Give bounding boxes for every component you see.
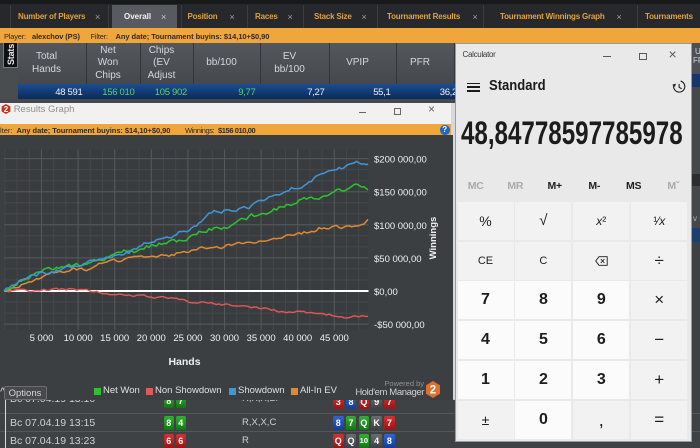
svg-text:25 000: 25 000 [173, 333, 202, 344]
svg-text:15 000: 15 000 [100, 333, 129, 344]
svg-text:2: 2 [429, 385, 435, 397]
svg-text:20 000: 20 000 [137, 333, 166, 344]
svg-text:2: 2 [3, 104, 8, 113]
svg-text:$200 000,00: $200 000,00 [374, 155, 427, 166]
svg-text:10 000: 10 000 [64, 333, 93, 344]
svg-text:40 000: 40 000 [283, 333, 312, 344]
svg-text:$0,00: $0,00 [374, 287, 398, 298]
svg-text:30 000: 30 000 [210, 333, 239, 344]
svg-text:45 000: 45 000 [320, 333, 349, 344]
svg-text:$100 000,00: $100 000,00 [374, 221, 427, 232]
svg-text:-$50 000,00: -$50 000,00 [374, 320, 425, 331]
svg-text:$50 000,00: $50 000,00 [374, 254, 422, 265]
svg-text:Winnings: Winnings [428, 217, 439, 260]
svg-text:5 000: 5 000 [30, 333, 54, 344]
svg-text:Hands: Hands [168, 356, 200, 368]
svg-text:$150 000,00: $150 000,00 [374, 188, 427, 199]
svg-text:35 000: 35 000 [247, 333, 276, 344]
